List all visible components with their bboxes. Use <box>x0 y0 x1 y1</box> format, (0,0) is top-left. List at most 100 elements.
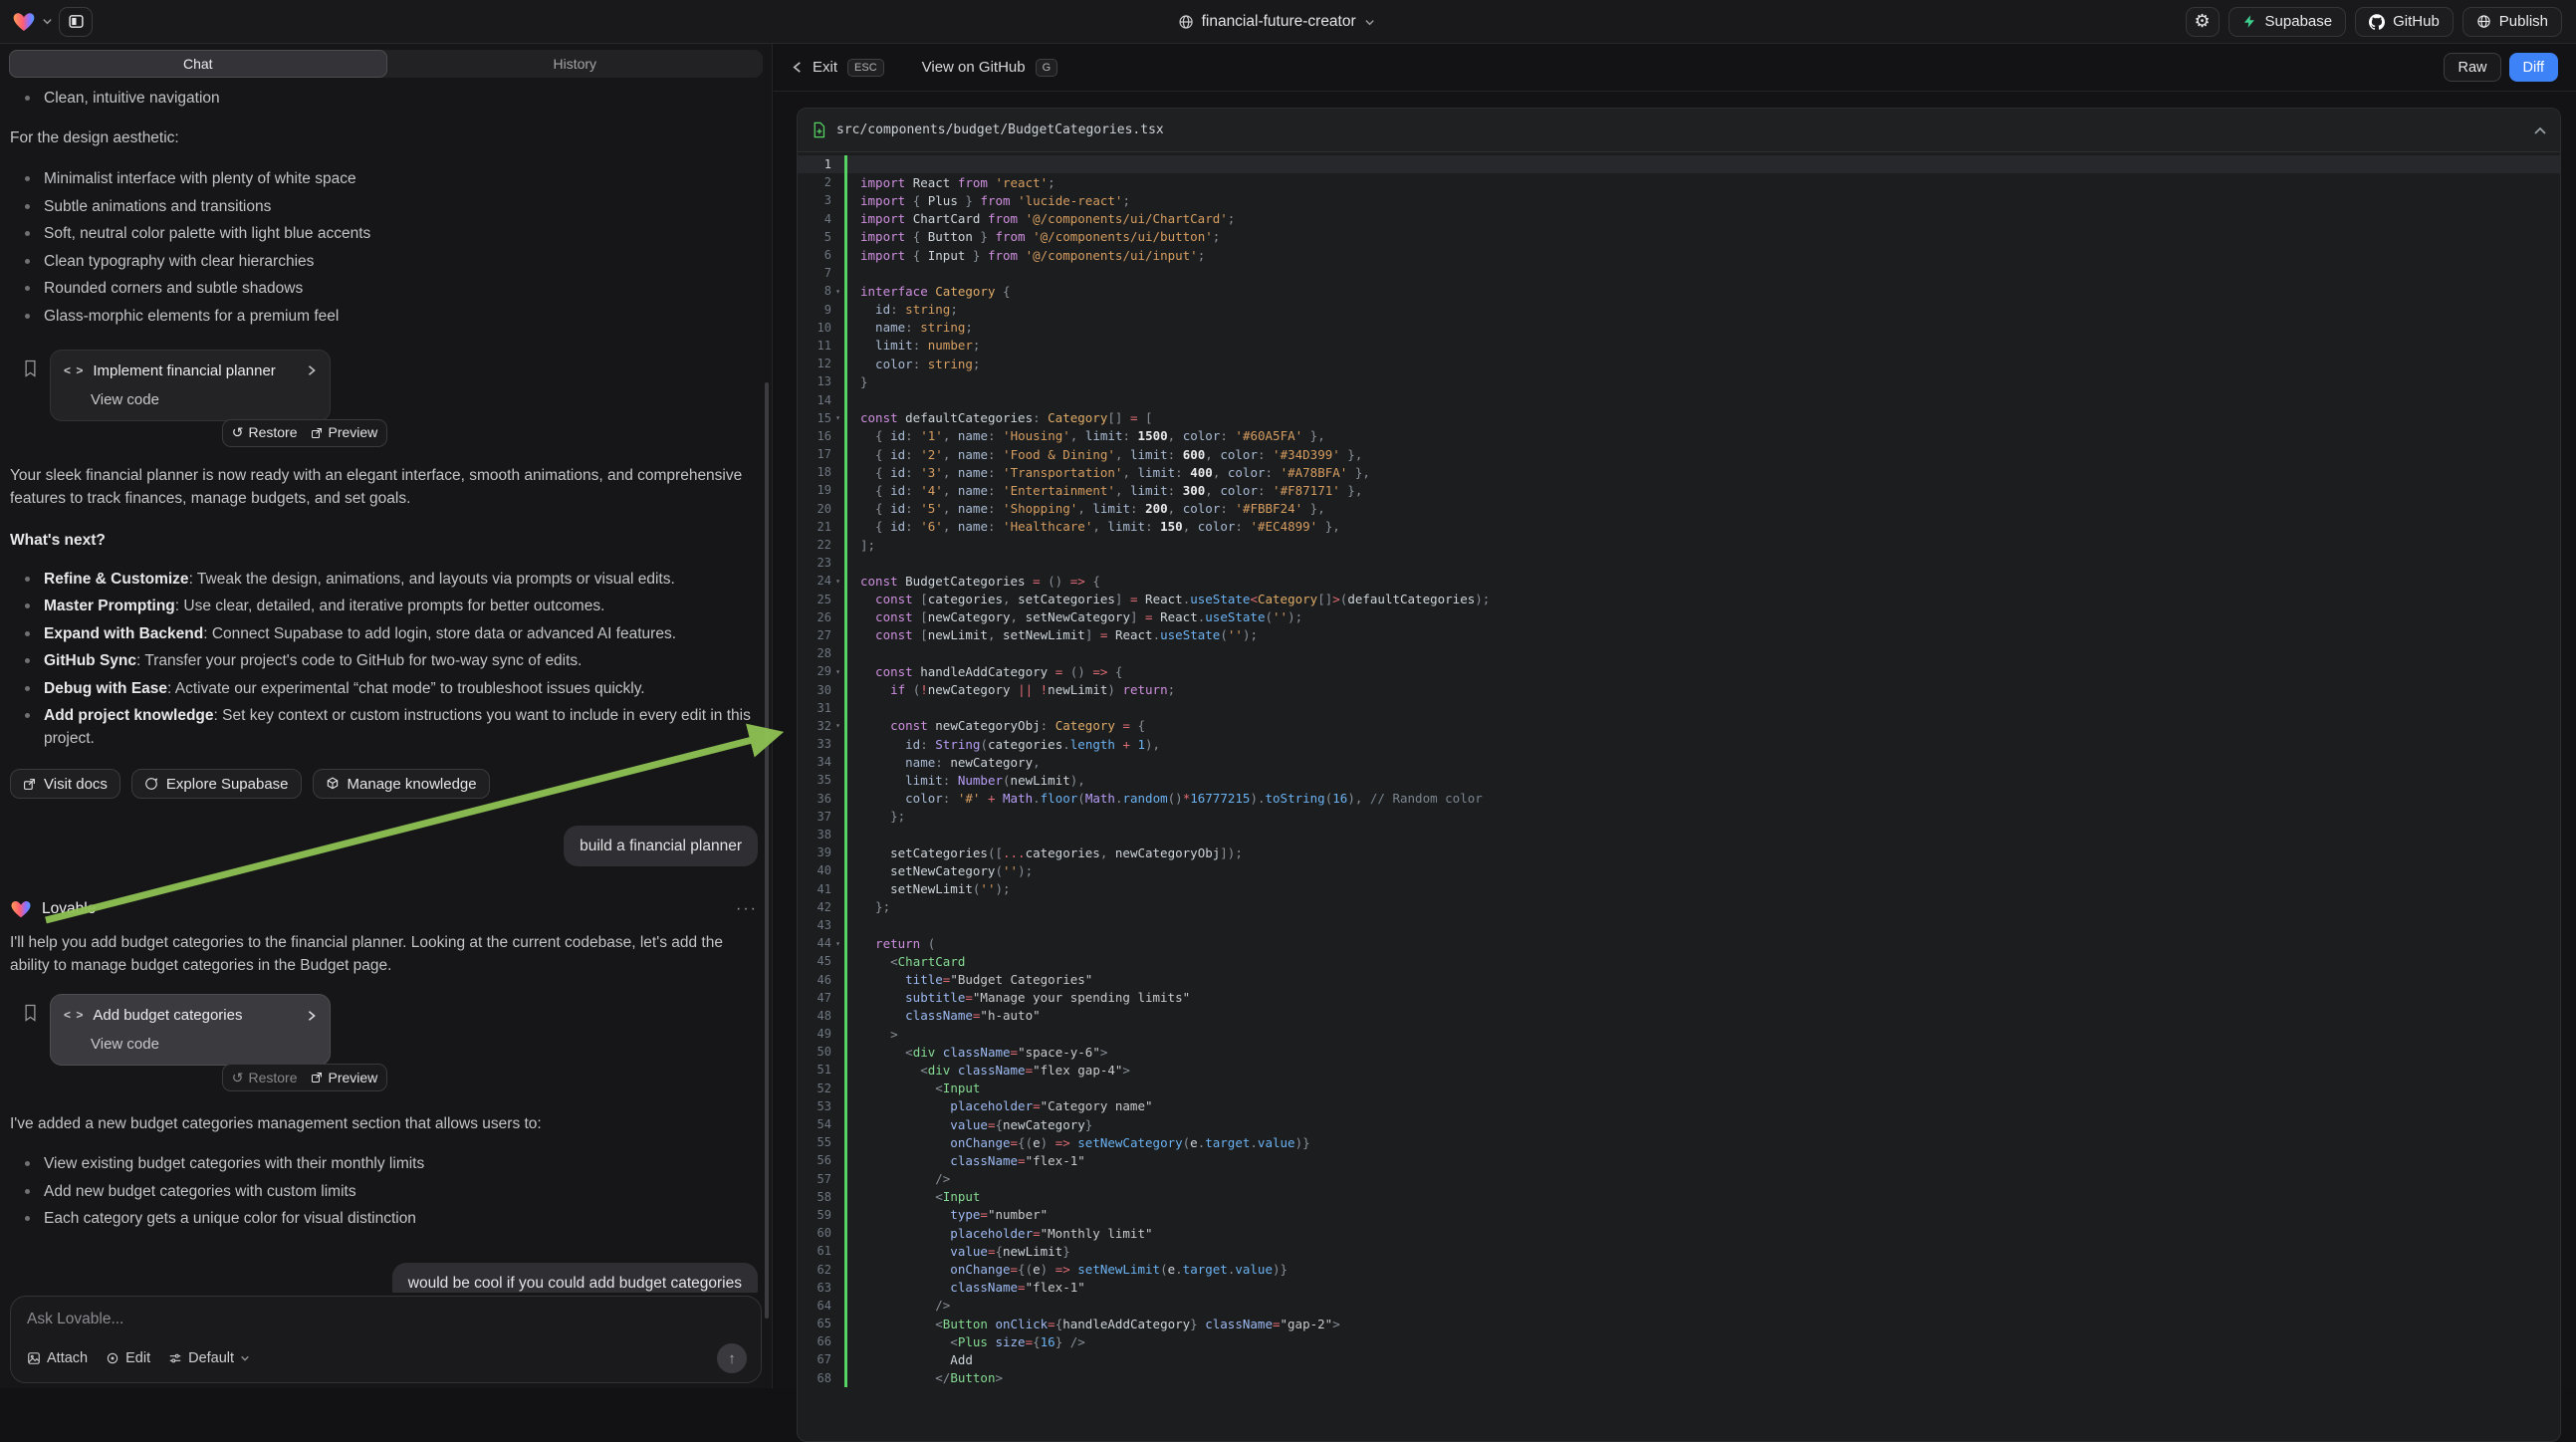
chat-scrollbar[interactable] <box>765 382 769 1319</box>
exit-button[interactable]: Exit <box>813 59 837 76</box>
code-line: 38 <box>798 826 2560 843</box>
more-options-icon[interactable]: ··· <box>736 897 758 920</box>
publish-globe-icon <box>2476 14 2491 29</box>
list-item: Add project knowledge: Set key context o… <box>10 704 758 750</box>
esc-key-badge: ESC <box>847 59 884 77</box>
code-line: 62 onChange={(e) => setNewLimit(e.target… <box>798 1260 2560 1278</box>
chat-input[interactable] <box>27 1311 673 1328</box>
list-item: View existing budget categories with the… <box>10 1152 758 1175</box>
code-line: 40 setNewCategory(''); <box>798 861 2560 879</box>
raw-toggle-button[interactable]: Raw <box>2444 53 2500 82</box>
restore-button[interactable]: ↺ Restore <box>232 1067 298 1089</box>
code-viewer-panel: Exit ESC View on GitHub G Raw Diff src/c… <box>774 44 2576 1388</box>
view-on-github-link[interactable]: View on GitHub <box>922 59 1026 76</box>
github-button[interactable]: GitHub <box>2355 7 2454 37</box>
code-line: 35 limit: Number(newLimit), <box>798 771 2560 789</box>
tab-history[interactable]: History <box>387 50 764 78</box>
sidebar-toggle-icon[interactable] <box>59 7 93 37</box>
code-line: 51 <div className="flex gap-4"> <box>798 1061 2560 1079</box>
file-path: src/components/budget/BudgetCategories.t… <box>836 122 1164 137</box>
code-line: 17 { id: '2', name: 'Food & Dining', lim… <box>798 445 2560 463</box>
bookmark-icon[interactable] <box>23 1004 38 1022</box>
code-line: 65 <Button onClick={handleAddCategory} c… <box>798 1315 2560 1332</box>
composer: Attach Edit Default ↑ <box>10 1296 762 1383</box>
code-line: 64 /> <box>798 1297 2560 1315</box>
collapse-chevron-icon[interactable] <box>2534 126 2546 134</box>
code-line: 42 }; <box>798 898 2560 916</box>
code-line: 36 color: '#' + Math.floor(Math.random()… <box>798 790 2560 808</box>
code-line: 9 id: string; <box>798 301 2560 319</box>
user-message-bubble: build a financial planner <box>564 826 758 866</box>
lovable-logo-icon[interactable] <box>12 10 36 34</box>
diff-toggle-button[interactable]: Diff <box>2509 53 2559 82</box>
list-item: Debug with Ease: Activate our experiment… <box>10 677 758 700</box>
list-item: Clean, intuitive navigation <box>10 87 758 110</box>
code-line: 10 name: string; <box>798 319 2560 337</box>
view-code-link[interactable]: View code <box>91 1033 317 1056</box>
code-line: 33 id: String(categories.length + 1), <box>798 735 2560 753</box>
code-line: 48 className="h-auto" <box>798 1007 2560 1025</box>
edit-mode-button[interactable]: Edit <box>106 1350 150 1366</box>
code-line: 28 <box>798 644 2560 662</box>
explore-supabase-button[interactable]: Explore Supabase <box>131 769 302 799</box>
project-name: financial-future-creator <box>1202 13 1356 31</box>
code-line: 23 <box>798 554 2560 572</box>
code-icon: < > <box>64 1004 84 1027</box>
code-line: 25 const [categories, setCategories] = R… <box>798 591 2560 608</box>
workspace-chevron-icon[interactable] <box>42 16 53 27</box>
visit-docs-button[interactable]: Visit docs <box>10 769 120 799</box>
image-icon <box>27 1351 41 1365</box>
assistant-header: Lovable ··· <box>10 897 758 920</box>
code-body[interactable]: 12import React from 'react';3import { Pl… <box>798 152 2560 1387</box>
code-line: 39 setCategories([...categories, newCate… <box>798 843 2560 861</box>
code-line: 41 setNewLimit(''); <box>798 880 2560 898</box>
code-line: 56 className="flex-1" <box>798 1151 2560 1169</box>
globe-icon <box>1178 14 1194 30</box>
code-line: 3import { Plus } from 'lucide-react'; <box>798 191 2560 209</box>
code-line: 4import ChartCard from '@/components/ui/… <box>798 210 2560 228</box>
model-selector[interactable]: Default <box>168 1350 250 1366</box>
code-viewer-header: Exit ESC View on GitHub G Raw Diff <box>774 44 2576 92</box>
code-line: 55 onChange={(e) => setNewCategory(e.tar… <box>798 1133 2560 1151</box>
list-item: Rounded corners and subtle shadows <box>10 277 758 300</box>
supabase-button[interactable]: Supabase <box>2228 7 2347 37</box>
assistant-name: Lovable <box>42 897 96 920</box>
publish-button[interactable]: Publish <box>2462 7 2562 37</box>
code-line: 59 type="number" <box>798 1206 2560 1224</box>
code-line: 16 { id: '1', name: 'Housing', limit: 15… <box>798 427 2560 445</box>
preview-button[interactable]: Preview <box>311 421 377 444</box>
restore-button[interactable]: ↺ Restore <box>232 421 298 444</box>
version-card-title: Add budget categories <box>93 1004 242 1027</box>
settings-button[interactable]: ⚙ <box>2186 7 2220 37</box>
code-line: 20 { id: '5', name: 'Shopping', limit: 2… <box>798 500 2560 518</box>
version-card-add-budget-categories[interactable]: < > Add budget categories View code <box>50 994 331 1066</box>
list-item: Clean typography with clear hierarchies <box>10 250 758 273</box>
code-line: 60 placeholder="Monthly limit" <box>798 1224 2560 1242</box>
manage-knowledge-button[interactable]: Manage knowledge <box>313 769 490 799</box>
sliders-icon <box>168 1351 182 1365</box>
version-card-implement-financial-planner[interactable]: < > Implement financial planner View cod… <box>50 350 331 421</box>
project-switcher[interactable]: financial-future-creator <box>1178 0 1375 44</box>
list-item: Add new budget categories with custom li… <box>10 1180 758 1203</box>
tab-chat[interactable]: Chat <box>9 50 387 78</box>
restore-preview-pill: ↺ Restore Preview <box>222 1064 387 1091</box>
bookmark-icon[interactable] <box>23 360 38 377</box>
code-line: 12 color: string; <box>798 355 2560 372</box>
code-line: 19 { id: '4', name: 'Entertainment', lim… <box>798 481 2560 499</box>
external-link-icon <box>23 778 36 791</box>
file-added-icon <box>812 121 826 138</box>
chevron-right-icon[interactable] <box>307 364 317 376</box>
send-button[interactable]: ↑ <box>717 1343 747 1373</box>
list-item: Minimalist interface with plenty of whit… <box>10 167 758 190</box>
code-line: 61 value={newLimit} <box>798 1242 2560 1260</box>
code-line: 11 limit: number; <box>798 337 2560 355</box>
chat-history-tabs: Chat History <box>9 50 763 78</box>
file-header[interactable]: src/components/budget/BudgetCategories.t… <box>798 109 2560 152</box>
code-line: 6import { Input } from '@/components/ui/… <box>798 246 2560 264</box>
view-code-link[interactable]: View code <box>91 388 317 411</box>
preview-button[interactable]: Preview <box>311 1067 377 1089</box>
chevron-right-icon[interactable] <box>307 1010 317 1022</box>
code-line: 45 <ChartCard <box>798 952 2560 970</box>
attach-button[interactable]: Attach <box>27 1350 88 1366</box>
list-item: Expand with Backend: Connect Supabase to… <box>10 622 758 645</box>
